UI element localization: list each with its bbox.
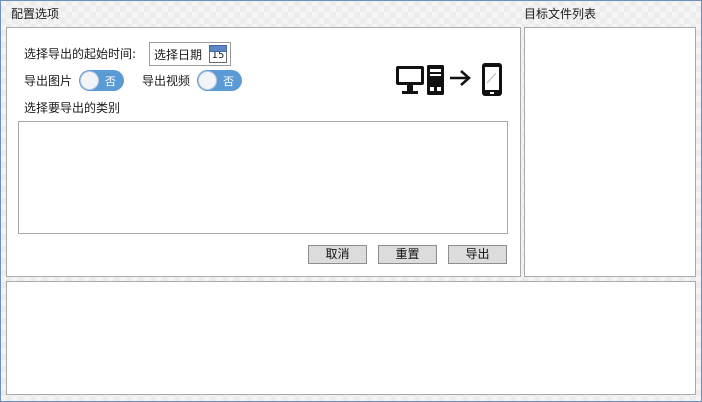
export-videos-toggle[interactable]: 否 [197, 70, 242, 91]
pc-tower-icon [427, 65, 444, 95]
date-picker-text: 选择日期 [154, 47, 203, 62]
export-button[interactable]: 导出 [448, 245, 507, 264]
desktop-monitor-icon [396, 66, 424, 94]
log-output-area[interactable] [6, 281, 696, 395]
export-images-toggle[interactable]: 否 [79, 70, 124, 91]
toggle-state-text: 否 [223, 74, 234, 88]
toggle-knob [80, 71, 99, 90]
toggle-knob [198, 71, 217, 90]
pc-to-phone-illustration [396, 63, 502, 96]
export-images-label: 导出图片 [24, 74, 73, 88]
target-files-section-title: 目标文件列表 [524, 7, 597, 21]
calendar-icon[interactable]: 15 [209, 45, 227, 63]
config-section-title: 配置选项 [11, 7, 60, 21]
start-date-picker[interactable]: 选择日期 15 [149, 42, 231, 66]
reset-button[interactable]: 重置 [378, 245, 437, 264]
arrow-right-icon [450, 70, 471, 86]
calendar-day-number: 15 [211, 50, 225, 61]
target-file-list[interactable] [524, 27, 696, 277]
category-listbox[interactable] [18, 121, 508, 234]
category-label: 选择要导出的类别 [24, 101, 121, 115]
start-time-label: 选择导出的起始时间: [24, 47, 137, 61]
smartphone-icon [482, 63, 502, 96]
toggle-state-text: 否 [105, 74, 116, 88]
cancel-button[interactable]: 取消 [308, 245, 367, 264]
export-videos-label: 导出视频 [142, 74, 191, 88]
